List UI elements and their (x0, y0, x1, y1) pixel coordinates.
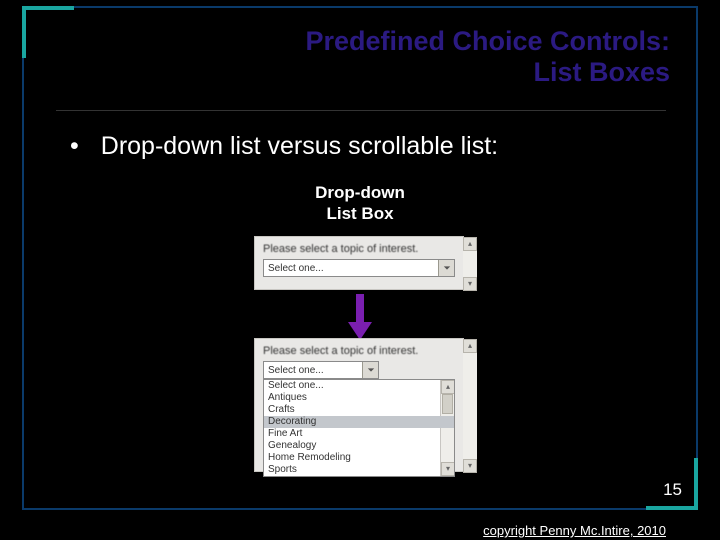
panel-scrollbar[interactable]: ▴ ▾ (463, 237, 477, 291)
list-item[interactable]: Genealogy (264, 440, 454, 452)
list-item[interactable]: Crafts (264, 404, 454, 416)
arrow-down-icon (348, 294, 372, 340)
chevron-down-icon[interactable] (438, 260, 454, 276)
list-item[interactable]: Sports (264, 464, 454, 476)
example-panel-expanded: ▴ ▾ Please select a topic of interest. S… (254, 338, 464, 472)
dropdown-selected-value: Select one... (264, 263, 438, 274)
scroll-down-icon[interactable]: ▾ (463, 459, 477, 473)
list-item[interactable]: Fine Art (264, 428, 454, 440)
copyright-text: copyright Penny Mc.Intire, 2010 (483, 523, 666, 538)
scroll-down-icon[interactable]: ▾ (463, 277, 477, 291)
dropdown-selected-value: Select one... (264, 365, 362, 376)
bullet-text: Drop-down list versus scrollable list: (101, 132, 498, 161)
scroll-up-icon[interactable]: ▴ (463, 339, 477, 353)
chevron-down-icon[interactable] (362, 362, 378, 378)
panel-scrollbar[interactable]: ▴ ▾ (463, 339, 477, 473)
example-panel-collapsed: ▴ ▾ Please select a topic of interest. S… (254, 236, 464, 290)
list-item[interactable]: Home Remodeling (264, 452, 454, 464)
prompt-label: Please select a topic of interest. (255, 237, 463, 259)
dropdown-field[interactable]: Select one... (263, 361, 379, 379)
example-subheading: Drop-down List Box (0, 182, 720, 225)
subhead-line-1: Drop-down (315, 183, 405, 202)
scroll-up-icon[interactable]: ▴ (463, 237, 477, 251)
list-item[interactable]: Select one... (264, 380, 454, 392)
subhead-line-2: List Box (326, 204, 393, 223)
title-line-2: List Boxes (533, 57, 670, 87)
slide-title: Predefined Choice Controls: List Boxes (200, 26, 670, 88)
list-item[interactable]: Decorating (264, 416, 454, 428)
bullet-item: • Drop-down list versus scrollable list: (70, 132, 498, 161)
dropdown-option-list[interactable]: ▴ ▾ Select one...AntiquesCraftsDecoratin… (263, 379, 455, 477)
list-item[interactable]: Antiques (264, 392, 454, 404)
prompt-label: Please select a topic of interest. (255, 339, 463, 361)
bullet-marker: • (70, 132, 79, 161)
title-line-1: Predefined Choice Controls: (305, 26, 670, 56)
dropdown-collapsed[interactable]: Select one... (263, 259, 455, 277)
page-number: 15 (663, 480, 682, 500)
title-underline (56, 106, 666, 111)
corner-accent-tl (22, 6, 74, 58)
